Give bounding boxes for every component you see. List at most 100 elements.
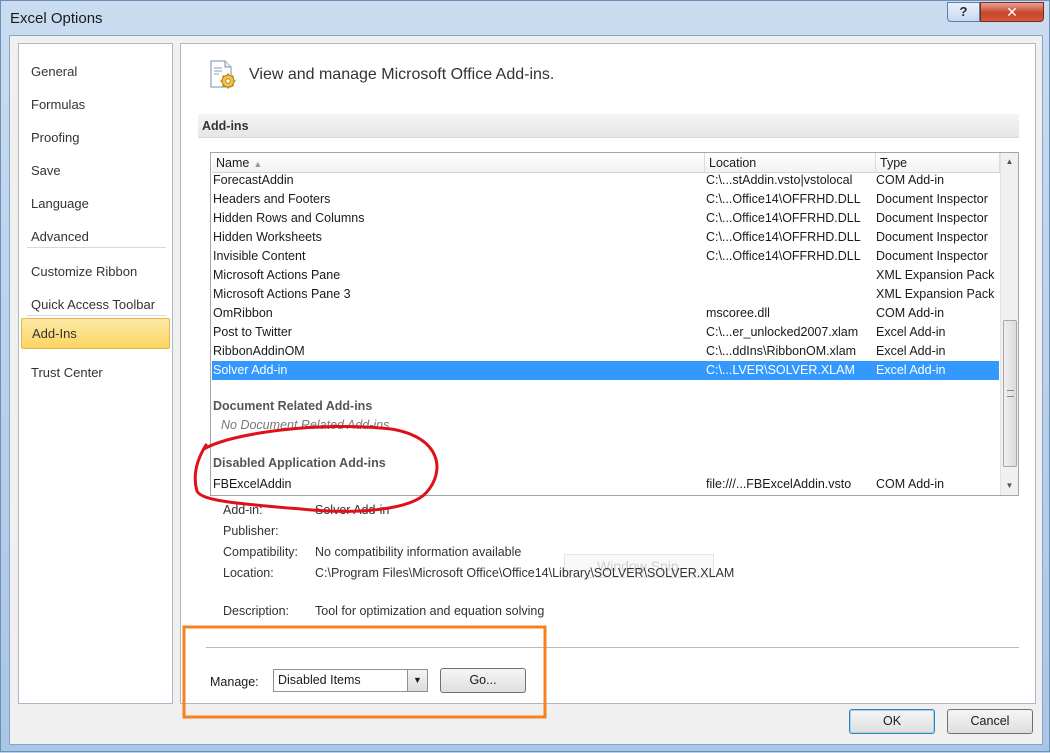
addin-location: file:///...FBExcelAddin.vsto [706, 477, 852, 491]
addin-name: Hidden Rows and Columns [213, 211, 365, 225]
addin-type: COM Add-in [876, 173, 945, 187]
detail-description-value: Tool for optimization and equation solvi… [315, 604, 545, 618]
list-item[interactable]: OmRibbon mscoree.dll COM Add-in [212, 304, 999, 323]
addin-type: COM Add-in [876, 306, 945, 320]
column-name-label: Name [216, 156, 250, 170]
scroll-thumb[interactable] [1003, 320, 1017, 467]
scroll-up-icon[interactable]: ▲ [1001, 153, 1018, 170]
addin-location: C:\...ddIns\RibbonOM.xlam [706, 344, 857, 358]
detail-location-label: Location: [223, 566, 274, 580]
options-sidebar: General Formulas Proofing Save Language … [18, 43, 173, 704]
addin-name: Invisible Content [213, 249, 306, 263]
add-ins-panel: View and manage Microsoft Office Add-ins… [180, 43, 1036, 704]
go-button[interactable]: Go... [440, 668, 526, 693]
excel-options-window: Excel Options ? ✕ General Formulas Proof… [0, 0, 1050, 752]
ok-button[interactable]: OK [849, 709, 935, 734]
detail-compat-value: No compatibility information available [315, 545, 522, 559]
detail-addin-label: Add-in: [223, 503, 263, 517]
column-type-label: Type [880, 156, 908, 170]
addin-type: Document Inspector [876, 249, 988, 263]
addin-type: Document Inspector [876, 192, 988, 206]
addin-name: Post to Twitter [213, 325, 292, 339]
list-item[interactable]: Hidden Worksheets C:\...Office14\OFFRHD.… [212, 228, 999, 247]
addin-location: mscoree.dll [706, 306, 770, 320]
group-empty-text: No Document Related Add-ins [221, 418, 390, 432]
list-item[interactable]: Microsoft Actions Pane 3 XML Expansion P… [212, 285, 999, 304]
addin-name: OmRibbon [213, 306, 273, 320]
addin-location: C:\...er_unlocked2007.xlam [706, 325, 859, 339]
list-item[interactable]: FBExcelAddin file:///...FBExcelAddin.vst… [212, 475, 999, 494]
addin-type: Excel Add-in [876, 363, 946, 377]
group-header-document-related: Document Related Add-ins [213, 399, 373, 413]
cancel-button[interactable]: Cancel [947, 709, 1033, 734]
detail-publisher-label: Publisher: [223, 524, 279, 538]
sidebar-item-add-ins[interactable]: Add-Ins [21, 318, 170, 349]
addin-location: C:\...Office14\OFFRHD.DLL [706, 192, 861, 206]
sidebar-divider [27, 315, 166, 316]
addin-location: C:\...stAddin.vsto|vstolocal [706, 173, 853, 187]
addin-location: C:\...Office14\OFFRHD.DLL [706, 230, 861, 244]
list-item[interactable]: ForecastAddin C:\...stAddin.vsto|vstoloc… [212, 171, 999, 190]
list-item[interactable]: Post to Twitter C:\...er_unlocked2007.xl… [212, 323, 999, 342]
page-header-text: View and manage Microsoft Office Add-ins… [249, 66, 555, 83]
list-item[interactable]: Microsoft Actions Pane XML Expansion Pac… [212, 266, 999, 285]
manage-dropdown-value: Disabled Items [278, 673, 361, 687]
addin-type: Excel Add-in [876, 325, 946, 339]
sidebar-item-general[interactable]: General [21, 57, 170, 87]
column-header-type[interactable]: Type [876, 153, 1000, 173]
addin-type: COM Add-in [876, 477, 945, 491]
column-header-name[interactable]: Name ▲ [212, 153, 705, 173]
addin-name: FBExcelAddin [213, 477, 292, 491]
detail-description-label: Description: [223, 604, 289, 618]
addin-type: Document Inspector [876, 230, 988, 244]
addin-type: XML Expansion Pack [876, 287, 995, 301]
addin-name: Microsoft Actions Pane 3 [213, 287, 351, 301]
addin-location: C:\...Office14\OFFRHD.DLL [706, 211, 861, 225]
dialog-client-area: General Formulas Proofing Save Language … [9, 35, 1043, 745]
help-button[interactable]: ? [947, 2, 980, 22]
addin-name: Headers and Footers [213, 192, 331, 206]
sidebar-divider [27, 247, 166, 248]
list-item-selected[interactable]: Solver Add-in C:\...LVER\SOLVER.XLAM Exc… [212, 361, 999, 380]
sidebar-item-customize-ribbon[interactable]: Customize Ribbon [21, 257, 170, 287]
addin-name: ForecastAddin [213, 173, 294, 187]
group-header-disabled: Disabled Application Add-ins [213, 456, 386, 470]
manage-dropdown[interactable]: Disabled Items ▼ [273, 669, 428, 692]
add-ins-section-header: Add-ins [198, 114, 1019, 138]
sidebar-item-trust-center[interactable]: Trust Center [21, 358, 170, 388]
list-scrollbar[interactable]: ▲ ▼ [1000, 153, 1018, 495]
addin-location: C:\...Office14\OFFRHD.DLL [706, 249, 861, 263]
column-location-label: Location [709, 156, 757, 170]
detail-location-value: C:\Program Files\Microsoft Office\Office… [315, 566, 735, 580]
scroll-grip-icon [1007, 390, 1014, 397]
window-title: Excel Options [10, 10, 103, 27]
addin-name: Microsoft Actions Pane [213, 268, 341, 282]
detail-addin-value: Solver Add-in [315, 503, 390, 517]
addin-type: XML Expansion Pack [876, 268, 995, 282]
section-title: Add-ins [202, 119, 249, 133]
sort-ascending-icon: ▲ [253, 159, 263, 169]
detail-compat-label: Compatibility: [223, 545, 299, 559]
scroll-down-icon[interactable]: ▼ [1001, 477, 1018, 494]
addin-type: Excel Add-in [876, 344, 946, 358]
addin-type: Document Inspector [876, 211, 988, 225]
addin-name: Hidden Worksheets [213, 230, 322, 244]
addin-name: RibbonAddinOM [213, 344, 305, 358]
sidebar-item-save[interactable]: Save [21, 156, 170, 186]
list-item[interactable]: Headers and Footers C:\...Office14\OFFRH… [212, 190, 999, 209]
dropdown-arrow-icon[interactable]: ▼ [407, 670, 427, 691]
title-bar: Excel Options ? ✕ [1, 1, 1050, 35]
add-ins-list[interactable]: Name ▲ Location Type ForecastAddin C:\...… [210, 152, 1019, 578]
sidebar-item-language[interactable]: Language [21, 189, 170, 219]
addin-location: C:\...LVER\SOLVER.XLAM [706, 363, 855, 377]
column-header-location[interactable]: Location [705, 153, 876, 173]
divider [206, 647, 1019, 648]
close-button[interactable]: ✕ [980, 2, 1044, 22]
list-item[interactable]: Invisible Content C:\...Office14\OFFRHD.… [212, 247, 999, 266]
list-item[interactable]: Hidden Rows and Columns C:\...Office14\O… [212, 209, 999, 228]
addin-name: Solver Add-in [213, 363, 288, 377]
addins-gear-icon [210, 60, 236, 89]
sidebar-item-proofing[interactable]: Proofing [21, 123, 170, 153]
list-item[interactable]: RibbonAddinOM C:\...ddIns\RibbonOM.xlam … [212, 342, 999, 361]
sidebar-item-formulas[interactable]: Formulas [21, 90, 170, 120]
